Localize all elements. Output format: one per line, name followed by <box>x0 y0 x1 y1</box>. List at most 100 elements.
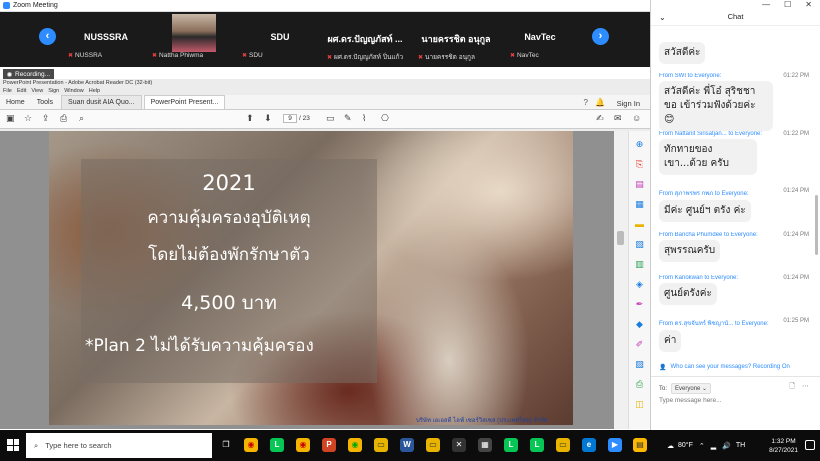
next-page-icon[interactable]: ⬇ <box>264 113 272 124</box>
participant-tile[interactable]: SDU ✖ SDU <box>240 12 320 67</box>
network-icon[interactable]: ▂ <box>711 442 716 450</box>
pen-icon[interactable]: ✎ <box>344 113 352 124</box>
windows-start-icon[interactable] <box>7 439 19 451</box>
participant-tile[interactable]: นายครรชิต อนุกูล ✖ นายครรชิต อนุกูล <box>416 12 496 67</box>
help-icon[interactable]: ? <box>584 98 588 107</box>
organize-pages-icon[interactable]: ▥ <box>634 259 645 270</box>
participant-tile[interactable]: ✖ Nattha Phiwma <box>150 12 230 67</box>
powerpoint-icon[interactable]: P <box>322 438 336 452</box>
chat-message-input[interactable] <box>659 397 809 404</box>
system-tray: ☁ 80°F ⌃ ▂ 🔊 TH <box>667 430 745 461</box>
chat-scrollbar[interactable] <box>815 195 818 255</box>
close-icon[interactable]: ✕ <box>805 0 812 12</box>
export-pdf-icon[interactable]: ⎘ <box>634 159 645 170</box>
more-icon[interactable]: ⋯ <box>802 382 809 393</box>
taskbar-search[interactable]: ⌕ Type here to search <box>26 433 212 458</box>
print-icon[interactable]: ⎙ <box>60 113 67 124</box>
zoom-in-tool-icon[interactable]: ⊕ <box>634 139 645 150</box>
acrobat-menu-bar: File Edit View Sign Window Help <box>0 87 650 95</box>
fill-sign-icon[interactable]: ✒ <box>634 299 645 310</box>
more-tools-icon[interactable]: ◫ <box>634 399 645 410</box>
weather-temp[interactable]: 80°F <box>678 442 693 449</box>
edit-pdf-icon[interactable]: ▤ <box>634 179 645 190</box>
slide-page: 2021 ความคุ้มครองอุบัติเหตุ โดยไม่ต้องพั… <box>49 131 573 425</box>
document-scrollbar[interactable] <box>614 131 628 429</box>
chat-privacy-notice[interactable]: 👤 Who can see your messages? Recording O… <box>659 364 790 371</box>
menu-edit[interactable]: Edit <box>17 87 26 95</box>
protect-icon[interactable]: ◆ <box>634 319 645 330</box>
mail-icon[interactable]: ✉ <box>614 113 622 124</box>
line-active-icon[interactable]: L <box>530 438 544 452</box>
chat-title: Chat <box>727 12 744 21</box>
upload-icon[interactable]: ⇪ <box>42 113 50 124</box>
page-number-input[interactable]: 9 <box>283 114 297 123</box>
maximize-icon[interactable]: ☐ <box>784 0 791 12</box>
chrome-icon-3[interactable]: ◉ <box>348 438 362 452</box>
tab-document-2[interactable]: PowerPoint Present... <box>143 95 226 109</box>
tab-home[interactable]: Home <box>0 96 31 109</box>
chrome-icon-2[interactable]: ◉ <box>296 438 310 452</box>
chrome-icon[interactable]: ◉ <box>244 438 258 452</box>
compress-icon[interactable]: ◈ <box>634 279 645 290</box>
minimize-icon[interactable]: — <box>762 0 770 12</box>
taskbar-clock[interactable]: 1:32 PM 8/27/2021 <box>769 437 798 455</box>
sign-in-button[interactable]: Sign In <box>617 99 640 108</box>
line-icon[interactable]: L <box>270 438 284 452</box>
menu-file[interactable]: File <box>3 87 12 95</box>
record-icon <box>7 71 12 77</box>
chevron-down-icon[interactable]: ⌄ <box>659 13 666 22</box>
tab-document-1[interactable]: Suan dusit AIA Quo... <box>61 95 142 109</box>
chat-window-controls: — ☐ ✕ <box>651 0 820 12</box>
highlight-icon[interactable]: ⌇ <box>362 113 366 124</box>
menu-help[interactable]: Help <box>89 87 100 95</box>
file-icon[interactable]: 🗋 <box>789 382 795 393</box>
zoom-app-icon[interactable]: ▶ <box>608 438 622 452</box>
combine-files-icon[interactable]: ▧ <box>634 239 645 250</box>
recording-indicator[interactable]: Recording... <box>3 69 55 79</box>
create-pdf-icon[interactable]: ▦ <box>634 199 645 210</box>
word-icon[interactable]: W <box>400 438 414 452</box>
menu-window[interactable]: Window <box>64 87 84 95</box>
edge-icon[interactable]: e <box>582 438 596 452</box>
line-icon-2[interactable]: L <box>504 438 518 452</box>
tab-tools[interactable]: Tools <box>31 96 59 109</box>
request-signature-icon[interactable]: ✐ <box>634 339 645 350</box>
calculator-icon[interactable]: ▦ <box>478 438 492 452</box>
comment-icon[interactable]: ▭ <box>326 113 335 124</box>
slide-footer: บริษัท เอเอสดี ไลฟ์ เซอร์วิสเซส (ประเทศไ… <box>416 418 548 424</box>
tray-chevron-icon[interactable]: ⌃ <box>699 442 705 450</box>
folder-icon[interactable]: ▭ <box>426 438 440 452</box>
document-view[interactable]: 2021 ความคุ้มครองอุบัติเหตุ โดยไม่ต้องพั… <box>0 131 630 429</box>
bookmark-star-icon[interactable]: ☆ <box>24 113 32 124</box>
share-user-icon[interactable]: ☺ <box>632 113 641 123</box>
notifications-icon[interactable] <box>805 440 815 450</box>
participant-tile[interactable]: NavTec ✖ NavTec <box>500 12 580 67</box>
chat-message-list[interactable]: สวัสดีค่ะ From SWI to Everyone: 01:22 PM … <box>651 30 813 360</box>
scroll-thumb[interactable] <box>617 231 624 245</box>
sign-icon[interactable]: ✍ <box>596 113 604 124</box>
participant-tile[interactable]: ผศ.ดร.ปัญญภัสท์ ... ✖ ผศ.ดร.ปัญญภัสท์ ปิ่… <box>325 12 405 67</box>
participant-tile[interactable]: NUSSSRA ✖ NUSSRA <box>66 12 146 67</box>
gallery-next-button[interactable]: › <box>592 28 609 45</box>
sticky-notes-icon[interactable]: ▤ <box>633 438 647 452</box>
recipient-select[interactable]: Everyone ⌄ <box>671 383 712 394</box>
menu-sign[interactable]: Sign <box>48 87 59 95</box>
volume-icon[interactable]: 🔊 <box>722 442 731 450</box>
file-explorer-icon[interactable]: ▭ <box>374 438 388 452</box>
weather-cloud-icon[interactable]: ☁ <box>667 442 674 450</box>
gallery-prev-button[interactable]: ‹ <box>39 28 56 45</box>
task-view-icon[interactable]: ❐ <box>219 438 233 452</box>
explorer-icon-2[interactable]: ▭ <box>556 438 570 452</box>
save-icon[interactable]: ▣ <box>6 113 15 124</box>
scan-icon[interactable]: ▨ <box>634 359 645 370</box>
zoom-search-icon[interactable]: ⌕ <box>79 113 84 124</box>
comment-tool-icon[interactable]: ▬ <box>634 219 645 230</box>
previous-page-icon[interactable]: ⬆ <box>246 113 254 124</box>
input-language[interactable]: TH <box>736 442 745 449</box>
menu-view[interactable]: View <box>31 87 43 95</box>
print-production-icon[interactable]: ⎙ <box>634 379 645 390</box>
notification-bell-icon[interactable]: 🔔 <box>595 98 605 107</box>
stamp-icon[interactable]: ⎔ <box>381 113 389 124</box>
mic-muted-icon: ✖ <box>418 54 424 61</box>
xbox-icon[interactable]: ✕ <box>452 438 466 452</box>
